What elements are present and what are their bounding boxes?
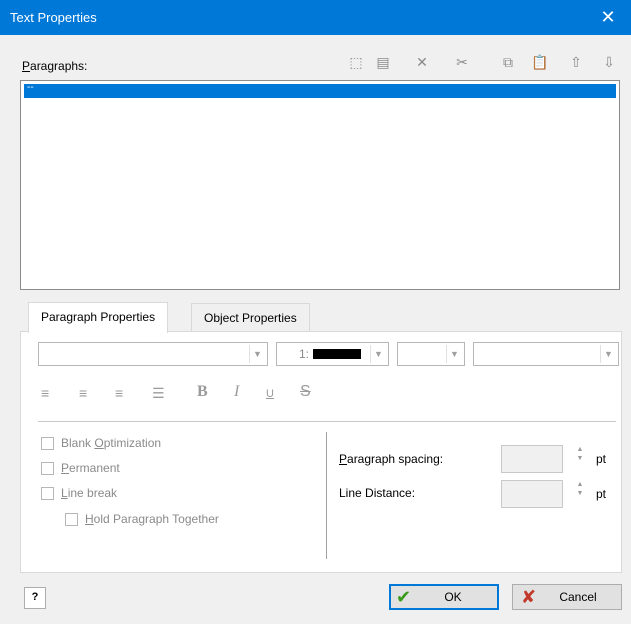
properties-icon[interactable]: ▤ (372, 52, 394, 72)
paste-icon[interactable]: 📋 (529, 52, 551, 72)
paragraph-spacing-spinner[interactable]: ▲ ▼ (575, 445, 585, 473)
bold-button[interactable]: B (197, 383, 208, 401)
font-size-select[interactable]: ▼ (397, 342, 465, 366)
tab-object-properties[interactable]: Object Properties (191, 303, 310, 332)
chevron-down-icon: ▼ (370, 345, 386, 363)
chevron-down-icon: ▼ (249, 345, 265, 363)
justify-icon[interactable]: ☰ (152, 385, 165, 402)
new-paragraph-icon[interactable]: ⬚ (345, 52, 367, 72)
hold-paragraph-together-checkbox[interactable] (65, 513, 78, 526)
italic-button[interactable]: I (234, 383, 239, 401)
strikethrough-button[interactable]: S (300, 383, 311, 401)
line-distance-input[interactable] (501, 480, 563, 508)
divider (38, 421, 616, 422)
delete-icon[interactable]: ✕ (411, 52, 433, 72)
list-item[interactable]: -- (24, 83, 616, 98)
font-color-select[interactable]: 1: ▼ (276, 342, 389, 366)
ok-button[interactable]: ✔ OK (389, 584, 499, 610)
font-style-select[interactable]: ▼ (473, 342, 619, 366)
help-icon: ? (31, 591, 39, 603)
align-left-icon[interactable]: ≡ (41, 385, 49, 401)
window-title: Text Properties (10, 10, 97, 25)
paragraphs-label: Paragraphs: (22, 59, 88, 73)
align-right-icon[interactable]: ≡ (115, 385, 123, 401)
font-family-select[interactable]: ▼ (38, 342, 268, 366)
line-distance-spinner[interactable]: ▲ ▼ (575, 480, 585, 508)
permanent-checkbox[interactable] (41, 462, 54, 475)
copy-icon[interactable]: ⧉ (497, 52, 519, 72)
cut-icon[interactable]: ✂ (451, 52, 473, 72)
paragraph-spacing-label: Paragraph spacing: (339, 452, 444, 466)
move-up-icon[interactable]: ⇧ (565, 52, 587, 72)
title-bar: Text Properties ✕ (0, 0, 631, 35)
divider (326, 432, 327, 559)
help-button[interactable]: ? (24, 587, 46, 609)
move-down-icon[interactable]: ⇩ (598, 52, 620, 72)
underline-button[interactable]: U (266, 388, 274, 400)
hold-paragraph-together-label: Hold Paragraph Together (85, 512, 219, 526)
line-break-checkbox[interactable] (41, 487, 54, 500)
line-distance-label: Line Distance: (339, 486, 416, 500)
line-break-label: Line break (61, 486, 118, 500)
align-center-icon[interactable]: ≡ (79, 385, 87, 401)
color-swatch (313, 349, 361, 359)
paragraph-spacing-unit: pt (596, 452, 607, 466)
permanent-label: Permanent (61, 461, 120, 475)
chevron-down-icon: ▼ (600, 345, 616, 363)
blank-optimization-checkbox[interactable] (41, 437, 54, 450)
paragraph-spacing-input[interactable] (501, 445, 563, 473)
blank-optimization-label: Blank Optimization (61, 436, 162, 450)
cancel-x-icon: ✘ (521, 587, 537, 607)
checkmark-icon: ✔ (396, 587, 412, 607)
paragraphs-list[interactable]: -- (20, 80, 620, 290)
tab-paragraph-properties[interactable]: Paragraph Properties (28, 302, 169, 333)
line-distance-unit: pt (596, 487, 607, 501)
close-icon[interactable]: ✕ (585, 0, 631, 35)
cancel-button[interactable]: ✘ Cancel (512, 584, 622, 610)
chevron-down-icon: ▼ (446, 345, 462, 363)
